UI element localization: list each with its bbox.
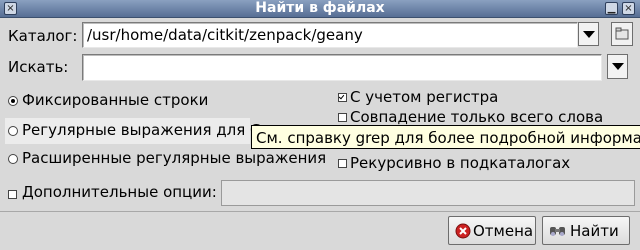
cancel-button[interactable]: Отмена bbox=[448, 216, 536, 245]
recursive-label[interactable]: Рекурсивно в подкаталогах bbox=[350, 154, 570, 172]
minimize-icon[interactable]: ▁ bbox=[605, 2, 618, 15]
browse-folder-button[interactable] bbox=[611, 22, 633, 46]
catalog-input[interactable] bbox=[83, 23, 577, 47]
fixed-strings-radio[interactable] bbox=[8, 96, 18, 106]
folder-open-icon bbox=[615, 27, 629, 40]
search-input[interactable] bbox=[83, 55, 601, 80]
extended-regex-label[interactable]: Расширенные регулярные выражения bbox=[22, 149, 326, 167]
extra-options-label[interactable]: Дополнительные опции: bbox=[22, 183, 217, 201]
fixed-strings-label[interactable]: Фиксированные строки bbox=[22, 91, 208, 109]
regex-tooltip: См. справку grep для более подробной инф… bbox=[251, 125, 640, 149]
case-sensitive-label[interactable]: С учетом регистра bbox=[350, 88, 498, 106]
recursive-checkbox[interactable] bbox=[338, 159, 347, 168]
case-sensitive-checkbox[interactable] bbox=[338, 93, 347, 102]
cancel-label: Отмена bbox=[473, 222, 534, 240]
regex-radio[interactable] bbox=[8, 126, 18, 136]
catalog-dropdown-button[interactable] bbox=[578, 22, 599, 46]
extra-options-checkbox[interactable] bbox=[8, 190, 17, 199]
whole-word-label[interactable]: Совпадение только всего слова bbox=[350, 108, 603, 126]
search-label: Искать: bbox=[8, 58, 69, 76]
extended-regex-radio[interactable] bbox=[8, 154, 18, 164]
binoculars-icon bbox=[550, 227, 565, 236]
search-field[interactable] bbox=[82, 54, 602, 81]
catalog-field[interactable] bbox=[82, 22, 578, 48]
extra-options-field[interactable] bbox=[221, 180, 635, 206]
window-title: Найти в файлах bbox=[255, 0, 385, 16]
cancel-icon bbox=[455, 223, 471, 239]
whole-word-checkbox[interactable] bbox=[338, 113, 347, 122]
separator bbox=[0, 211, 640, 212]
close-icon[interactable]: × bbox=[622, 2, 635, 15]
find-label: Найти bbox=[570, 222, 619, 240]
titlebar: × Найти в файлах ▁ × bbox=[0, 0, 640, 18]
catalog-label: Каталог: bbox=[8, 27, 78, 45]
search-dropdown-button[interactable] bbox=[607, 54, 628, 79]
regex-label[interactable]: Регулярные выражения для Grep bbox=[22, 121, 286, 139]
find-button[interactable]: Найти bbox=[542, 216, 630, 245]
